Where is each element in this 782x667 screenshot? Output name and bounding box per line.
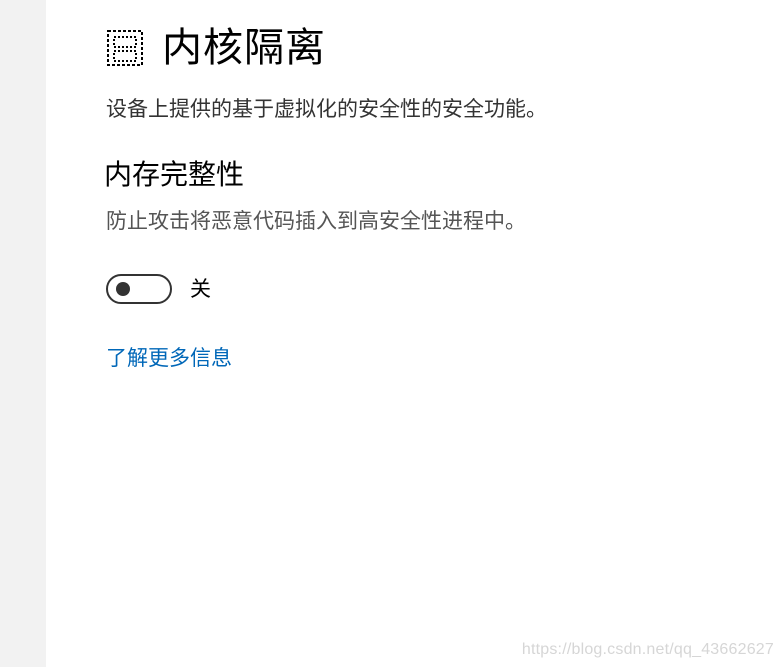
main-content: 内核隔离 设备上提供的基于虚拟化的安全性的安全功能。 内存完整性 防止攻击将恶意… [104,0,766,667]
toggle-state-label: 关 [190,277,211,301]
toggle-knob-icon [116,282,130,296]
memory-integrity-description: 防止攻击将恶意代码插入到高安全性进程中。 [106,209,526,233]
page-title: 内核隔离 [162,25,326,71]
watermark: https://blog.csdn.net/qq_43662627 [521,641,774,658]
page-description: 设备上提供的基于虚拟化的安全性的安全功能。 [106,97,547,121]
core-isolation-icon [106,29,144,67]
memory-integrity-title: 内存完整性 [104,158,245,191]
left-nav-strip [0,0,46,667]
memory-integrity-toggle[interactable] [106,274,172,304]
page-header: 内核隔离 [106,22,326,74]
learn-more-link[interactable]: 了解更多信息 [106,343,232,373]
memory-integrity-toggle-row: 关 [106,274,211,304]
